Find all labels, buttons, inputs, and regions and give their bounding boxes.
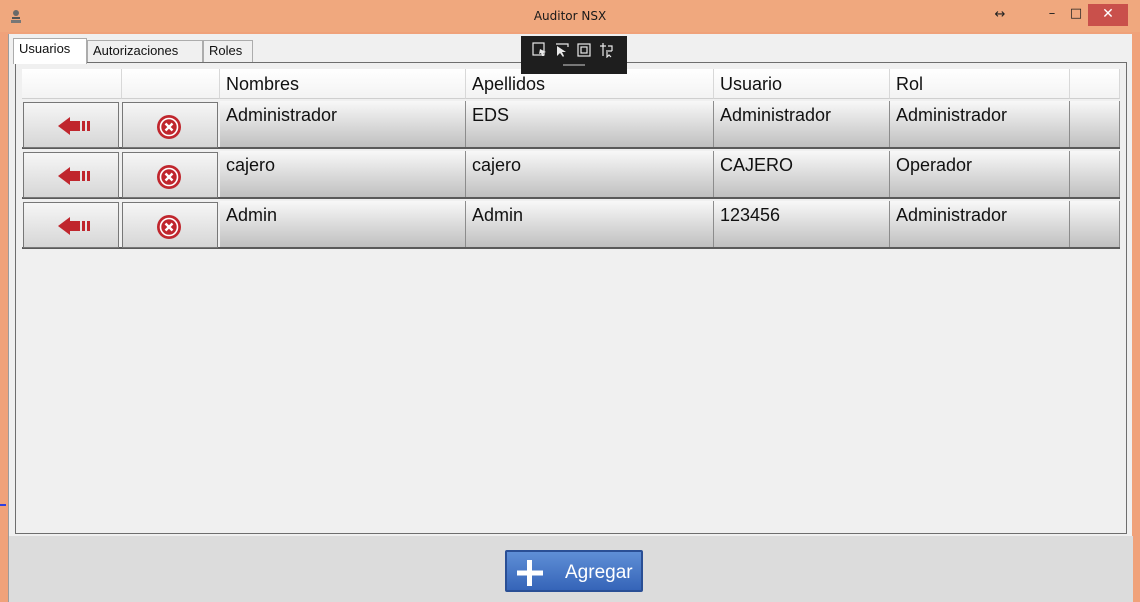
footer-bar: Agregar	[9, 536, 1133, 602]
users-panel: Nombres Apellidos Usuario Rol Administra…	[15, 62, 1127, 534]
add-user-button[interactable]: Agregar	[505, 550, 643, 592]
app-window: Auditor NSX ↔ – □ ✕ Usuarios Autorizacio…	[0, 0, 1140, 602]
column-header-edit[interactable]	[22, 69, 122, 99]
column-header-rol[interactable]: Rol	[890, 69, 1070, 99]
column-header-usuario[interactable]: Usuario	[714, 69, 890, 99]
cell-rol[interactable]: Administrador	[890, 101, 1070, 147]
table-row[interactable]: Admin Admin 123456 Administrador	[22, 201, 1120, 249]
edit-button[interactable]	[23, 202, 119, 248]
cell-apellidos[interactable]: cajero	[466, 151, 714, 197]
frame-icon[interactable]	[575, 42, 593, 58]
tab-roles[interactable]: Roles	[203, 40, 253, 62]
cell-filler	[1070, 201, 1120, 247]
column-header-delete[interactable]	[122, 69, 220, 99]
column-header-nombres[interactable]: Nombres	[220, 69, 466, 99]
cell-apellidos[interactable]: EDS	[466, 101, 714, 147]
left-edge-marker	[0, 504, 6, 506]
delete-button[interactable]	[122, 102, 218, 148]
minimize-button[interactable]: –	[1040, 4, 1064, 26]
maximize-button[interactable]: □	[1064, 4, 1088, 26]
edit-button[interactable]	[23, 152, 119, 198]
delete-circle-x-icon	[157, 215, 181, 239]
cell-filler	[1070, 101, 1120, 147]
select-element-icon[interactable]	[531, 42, 549, 58]
delete-circle-x-icon	[157, 165, 181, 189]
edit-button[interactable]	[23, 102, 119, 148]
layout-adorner-icon[interactable]	[597, 42, 615, 58]
cell-apellidos[interactable]: Admin	[466, 201, 714, 247]
debug-toolbar	[521, 36, 627, 74]
add-button-label: Agregar	[565, 562, 633, 583]
delete-button[interactable]	[122, 152, 218, 198]
window-title: Auditor NSX	[533, 9, 607, 23]
tab-autorizaciones[interactable]: Autorizaciones	[87, 40, 203, 62]
resize-icon[interactable]: ↔	[988, 6, 1012, 24]
cell-nombres[interactable]: Administrador	[220, 101, 466, 147]
cell-filler	[1070, 151, 1120, 197]
arrow-left-icon	[58, 217, 90, 235]
close-button[interactable]: ✕	[1088, 4, 1128, 26]
table-row[interactable]: Administrador EDS Administrador Administ…	[22, 101, 1120, 149]
inspect-pointer-icon[interactable]	[553, 42, 571, 58]
cell-nombres[interactable]: Admin	[220, 201, 466, 247]
client-area: Usuarios Autorizaciones Roles Nombres Ap…	[8, 34, 1133, 602]
toolbar-grip[interactable]	[563, 64, 585, 66]
column-header-filler	[1070, 69, 1120, 99]
plus-icon	[517, 560, 543, 586]
delete-button[interactable]	[122, 202, 218, 248]
arrow-left-icon	[58, 117, 90, 135]
table-row[interactable]: cajero cajero CAJERO Operador	[22, 151, 1120, 199]
cell-usuario[interactable]: Administrador	[714, 101, 890, 147]
cell-rol[interactable]: Administrador	[890, 201, 1070, 247]
delete-circle-x-icon	[157, 115, 181, 139]
title-bar[interactable]: Auditor NSX ↔ – □ ✕	[0, 0, 1140, 32]
cell-usuario[interactable]: 123456	[714, 201, 890, 247]
arrow-left-icon	[58, 167, 90, 185]
tab-usuarios[interactable]: Usuarios	[13, 38, 87, 64]
cell-rol[interactable]: Operador	[890, 151, 1070, 197]
cell-usuario[interactable]: CAJERO	[714, 151, 890, 197]
cell-nombres[interactable]: cajero	[220, 151, 466, 197]
